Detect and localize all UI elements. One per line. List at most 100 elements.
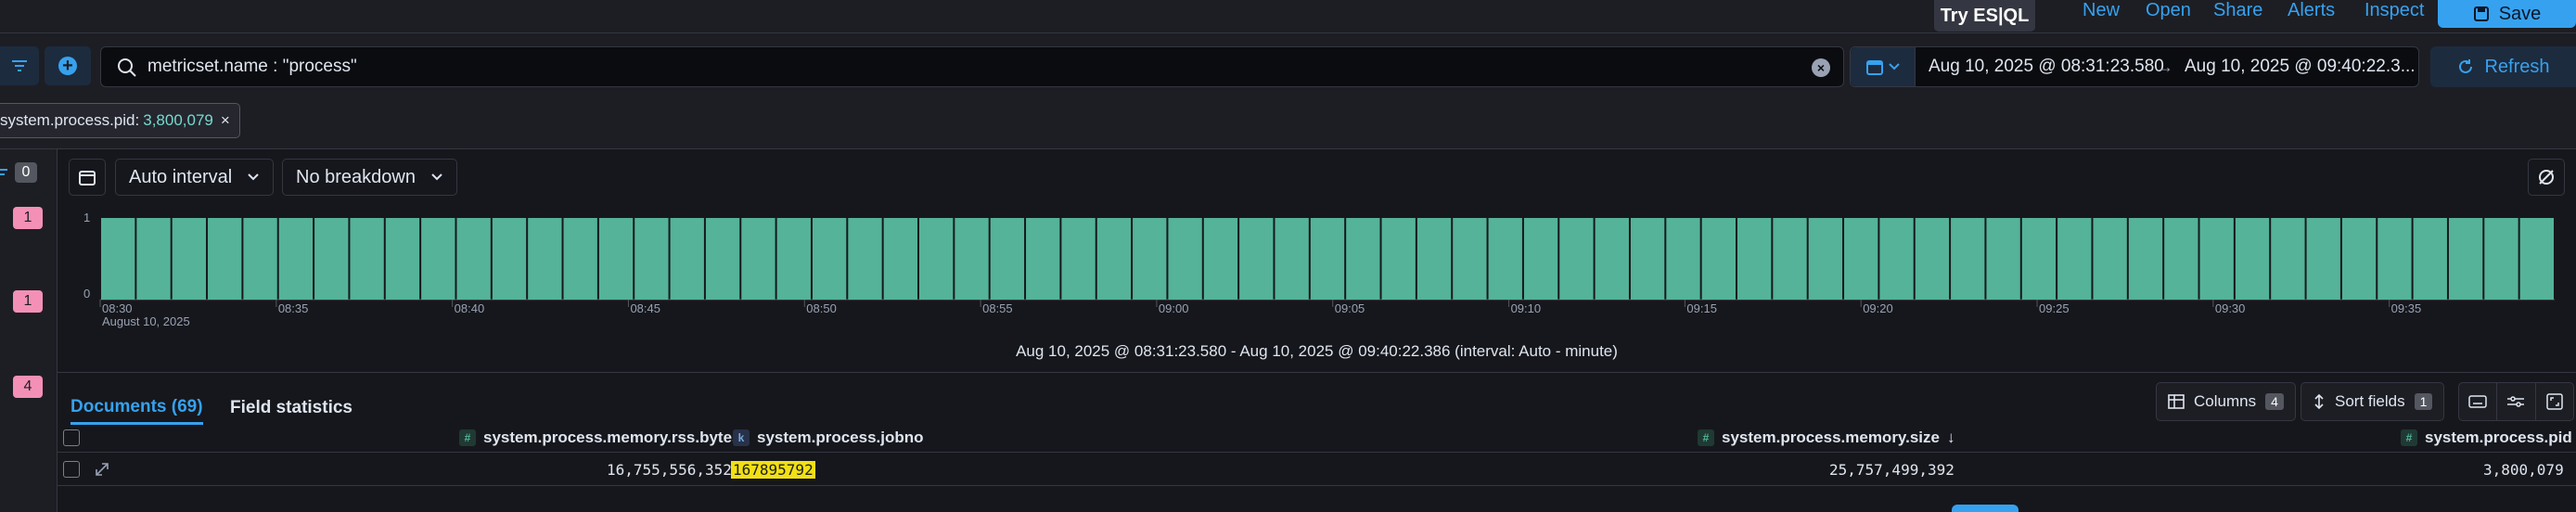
histogram-bar[interactable] xyxy=(136,218,171,300)
histogram-bar[interactable] xyxy=(1595,218,1629,300)
share-link[interactable]: Share xyxy=(2213,0,2262,20)
histogram-bar[interactable] xyxy=(1168,218,1202,300)
filter-pill[interactable]: system.process.pid: 3,800,079 × xyxy=(0,103,240,138)
histogram-bar[interactable] xyxy=(350,218,384,300)
histogram-bar[interactable] xyxy=(1701,218,1736,300)
fullscreen-button[interactable] xyxy=(2536,383,2573,420)
histogram-bar[interactable] xyxy=(243,218,277,300)
column-header-jobno[interactable]: k system.process.jobno xyxy=(733,423,924,453)
histogram-bar[interactable] xyxy=(1416,218,1452,300)
histogram-bar[interactable] xyxy=(955,218,989,300)
histogram-bar[interactable] xyxy=(1737,218,1772,300)
histogram-bar[interactable] xyxy=(172,218,207,300)
date-picker[interactable]: Aug 10, 2025 @ 08:31:23.580 → Aug 10, 20… xyxy=(1850,46,2419,87)
new-link[interactable]: New xyxy=(2083,0,2120,20)
column-header-memory-size[interactable]: # system.process.memory.size ↓ xyxy=(1698,423,1954,453)
histogram-bar[interactable] xyxy=(1808,218,1843,300)
keyboard-shortcuts-button[interactable] xyxy=(2459,383,2498,420)
histogram-bar[interactable] xyxy=(919,218,954,300)
histogram-bar[interactable] xyxy=(1773,218,1807,300)
refresh-button[interactable]: Refresh xyxy=(2430,46,2576,87)
cell-rss-bytes[interactable]: 16,755,556,352 xyxy=(607,453,732,486)
histogram-bar[interactable] xyxy=(492,218,527,300)
add-filter-button[interactable]: + xyxy=(45,46,91,85)
row-checkbox[interactable] xyxy=(63,461,80,478)
histogram-bar[interactable] xyxy=(812,218,847,300)
save-button[interactable]: Save xyxy=(2438,0,2576,28)
histogram-bar[interactable] xyxy=(1381,218,1416,300)
display-settings-button[interactable] xyxy=(2497,383,2536,420)
floating-action-tab[interactable] xyxy=(1952,505,2019,512)
histogram-bar[interactable] xyxy=(990,218,1025,300)
search-input[interactable]: metricset.name : "process" × xyxy=(100,46,1844,87)
histogram-bar[interactable] xyxy=(1346,218,1380,300)
histogram-bar[interactable] xyxy=(314,218,349,300)
cell-pid[interactable]: 3,800,079 xyxy=(2483,453,2564,486)
alerts-link[interactable]: Alerts xyxy=(2288,0,2335,20)
clear-icon[interactable]: × xyxy=(1812,58,1830,77)
histogram-bar[interactable] xyxy=(2448,218,2483,300)
calendar-toggle-button[interactable] xyxy=(69,159,106,196)
histogram-bar[interactable] xyxy=(2341,218,2377,300)
histogram-bar[interactable] xyxy=(1879,218,1914,300)
histogram-bar[interactable] xyxy=(1133,218,1167,300)
histogram-bar[interactable] xyxy=(2306,218,2340,300)
histogram-bar[interactable] xyxy=(385,218,420,300)
histogram-bar[interactable] xyxy=(776,218,811,300)
histogram-bar[interactable] xyxy=(208,218,242,300)
histogram-bar[interactable] xyxy=(2057,218,2092,300)
histogram-bar[interactable] xyxy=(1275,218,1309,300)
tab-documents[interactable]: Documents (69) xyxy=(70,391,203,425)
table-row[interactable]: 16,755,556,352 167895792 25,757,499,392 … xyxy=(58,453,2576,486)
sort-fields-button[interactable]: Sort fields 1 xyxy=(2300,382,2445,421)
histogram-chart[interactable]: 1 0 08:30 08:35 08:40 08:45 08:50 08:55 09:00 09:… xyxy=(58,203,2576,342)
histogram-bar[interactable] xyxy=(421,218,455,300)
histogram-bar[interactable] xyxy=(670,218,704,300)
histogram-bar[interactable] xyxy=(1986,218,2020,300)
histogram-bar[interactable] xyxy=(528,218,562,300)
histogram-bar[interactable] xyxy=(2021,218,2057,300)
histogram-bar[interactable] xyxy=(2164,218,2198,300)
histogram-bar[interactable] xyxy=(1096,218,1132,300)
breakdown-dropdown[interactable]: No breakdown xyxy=(282,159,457,196)
histogram-bar[interactable] xyxy=(1630,218,1665,300)
histogram-bar[interactable] xyxy=(1951,218,1985,300)
histogram-bar[interactable] xyxy=(1310,218,1345,300)
histogram-bar[interactable] xyxy=(1523,218,1558,300)
histogram-bar[interactable] xyxy=(278,218,314,300)
histogram-bar[interactable] xyxy=(1203,218,1238,300)
histogram-bar[interactable] xyxy=(1239,218,1274,300)
inspect-link[interactable]: Inspect xyxy=(2365,0,2424,20)
histogram-bar[interactable] xyxy=(1666,218,1700,300)
histogram-bar[interactable] xyxy=(848,218,882,300)
column-header-pid[interactable]: # system.process.pid xyxy=(2401,423,2572,453)
selected-fields-toggle[interactable]: 0 xyxy=(0,160,48,185)
histogram-bar[interactable] xyxy=(705,218,740,300)
histogram-bar[interactable] xyxy=(2377,218,2412,300)
cell-memory-size[interactable]: 25,757,499,392 xyxy=(1829,453,1954,486)
histogram-bar[interactable] xyxy=(598,218,634,300)
histogram-bar[interactable] xyxy=(1844,218,1878,300)
select-all-checkbox[interactable] xyxy=(63,429,80,446)
date-start[interactable]: Aug 10, 2025 @ 08:31:23.580 xyxy=(1929,47,2164,86)
histogram-bar[interactable] xyxy=(2271,218,2305,300)
filter-menu-button[interactable] xyxy=(0,46,39,85)
histogram-bar[interactable] xyxy=(634,218,669,300)
histogram-bar[interactable] xyxy=(2484,218,2518,300)
histogram-bar[interactable] xyxy=(563,218,597,300)
chart-options-button[interactable] xyxy=(2528,159,2565,196)
histogram-bar[interactable] xyxy=(2199,218,2234,300)
histogram-bar[interactable] xyxy=(2519,218,2554,300)
histogram-bar[interactable] xyxy=(1061,218,1096,300)
histogram-bar[interactable] xyxy=(1559,218,1594,300)
expand-icon[interactable] xyxy=(93,460,111,479)
histogram-bar[interactable] xyxy=(1488,218,1522,300)
histogram-bar[interactable] xyxy=(741,218,775,300)
try-esql-button[interactable]: Try ES|QL xyxy=(1934,0,2035,32)
tab-field-statistics[interactable]: Field statistics xyxy=(230,391,352,425)
close-icon[interactable]: × xyxy=(221,111,230,130)
histogram-bar[interactable] xyxy=(2093,218,2127,300)
histogram-bar[interactable] xyxy=(1026,218,1060,300)
quick-menu-button[interactable] xyxy=(1851,47,1916,86)
histogram-bar[interactable] xyxy=(883,218,917,300)
